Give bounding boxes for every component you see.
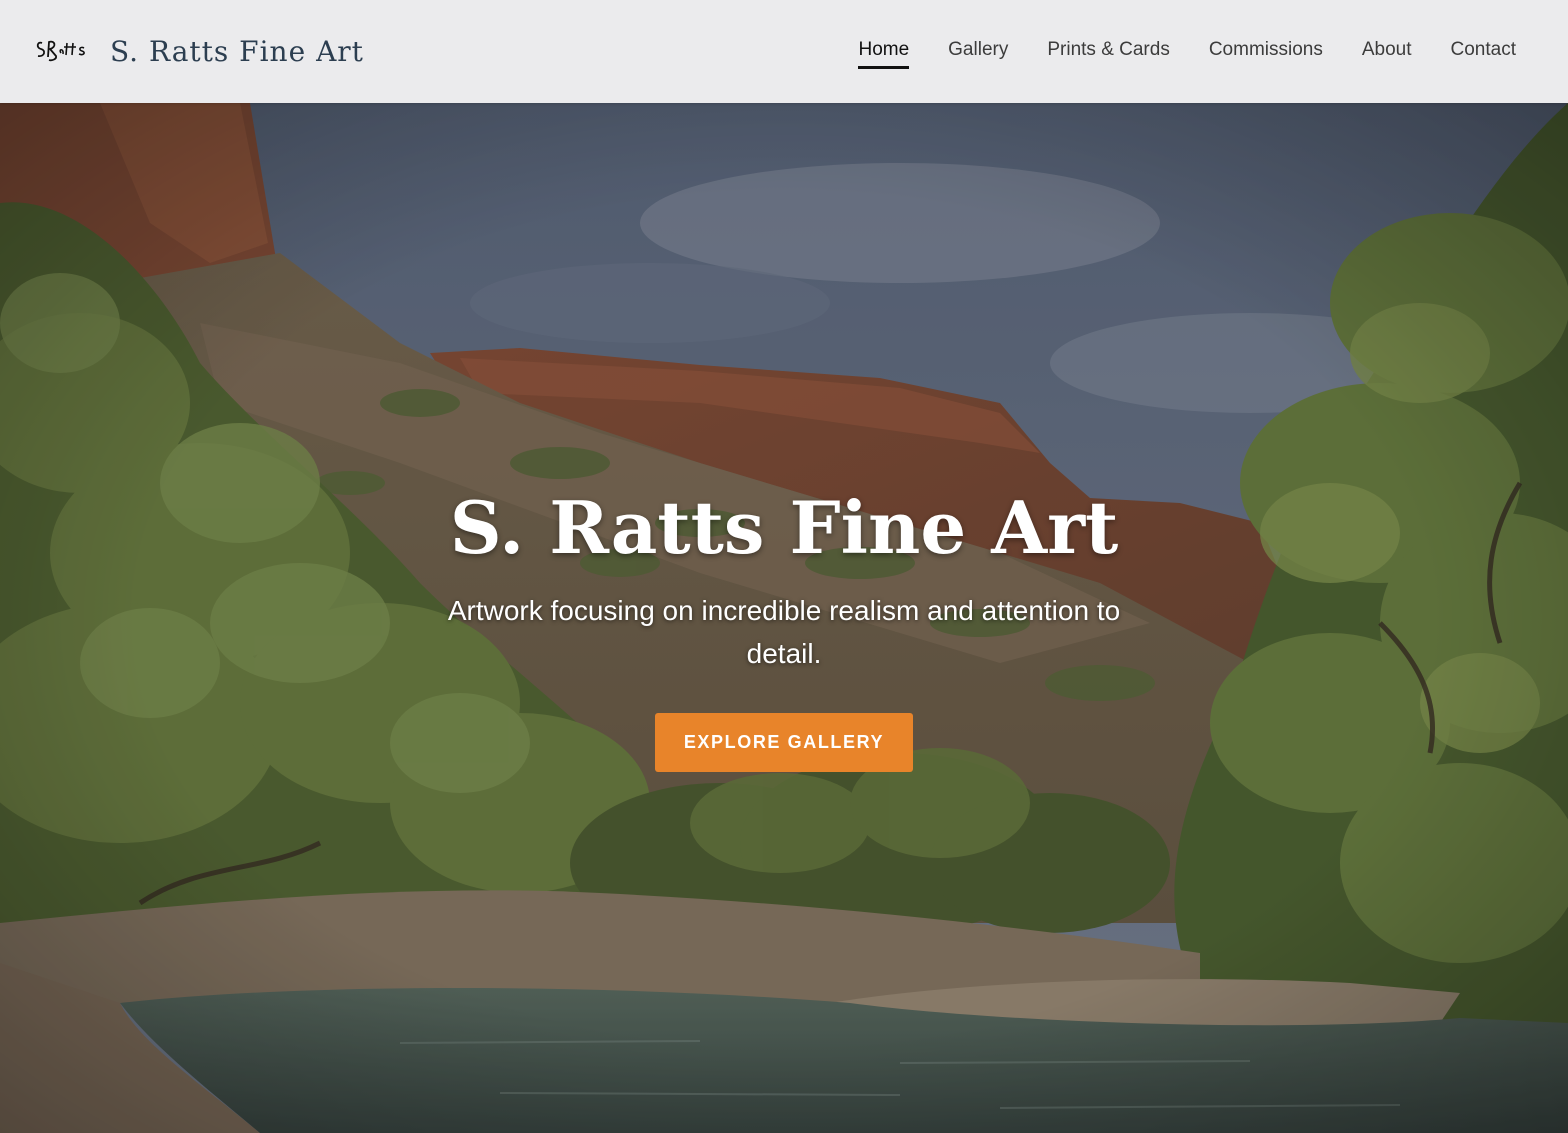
- main-nav: Home Gallery Prints & Cards Commissions …: [858, 35, 1516, 69]
- nav-home[interactable]: Home: [858, 35, 909, 69]
- hero-title: S. Ratts Fine Art: [449, 485, 1119, 570]
- nav-commissions[interactable]: Commissions: [1209, 35, 1323, 69]
- nav-about[interactable]: About: [1362, 35, 1412, 69]
- explore-gallery-button[interactable]: EXPLORE GALLERY: [654, 713, 914, 773]
- nav-contact[interactable]: Contact: [1451, 35, 1516, 69]
- nav-prints-cards[interactable]: Prints & Cards: [1047, 35, 1169, 69]
- nav-gallery[interactable]: Gallery: [948, 35, 1008, 69]
- site-title[interactable]: S. Ratts Fine Art: [110, 35, 364, 68]
- hero-subtitle: Artwork focusing on incredible realism a…: [447, 595, 1121, 670]
- hero-section: S. Ratts Fine Art Artwork focusing on in…: [0, 103, 1568, 1133]
- signature-logo[interactable]: [34, 32, 90, 72]
- site-header: S. Ratts Fine Art Home Gallery Prints & …: [0, 0, 1568, 103]
- signature-logo-icon: [36, 40, 85, 61]
- hero-content: S. Ratts Fine Art Artwork focusing on in…: [0, 485, 1568, 773]
